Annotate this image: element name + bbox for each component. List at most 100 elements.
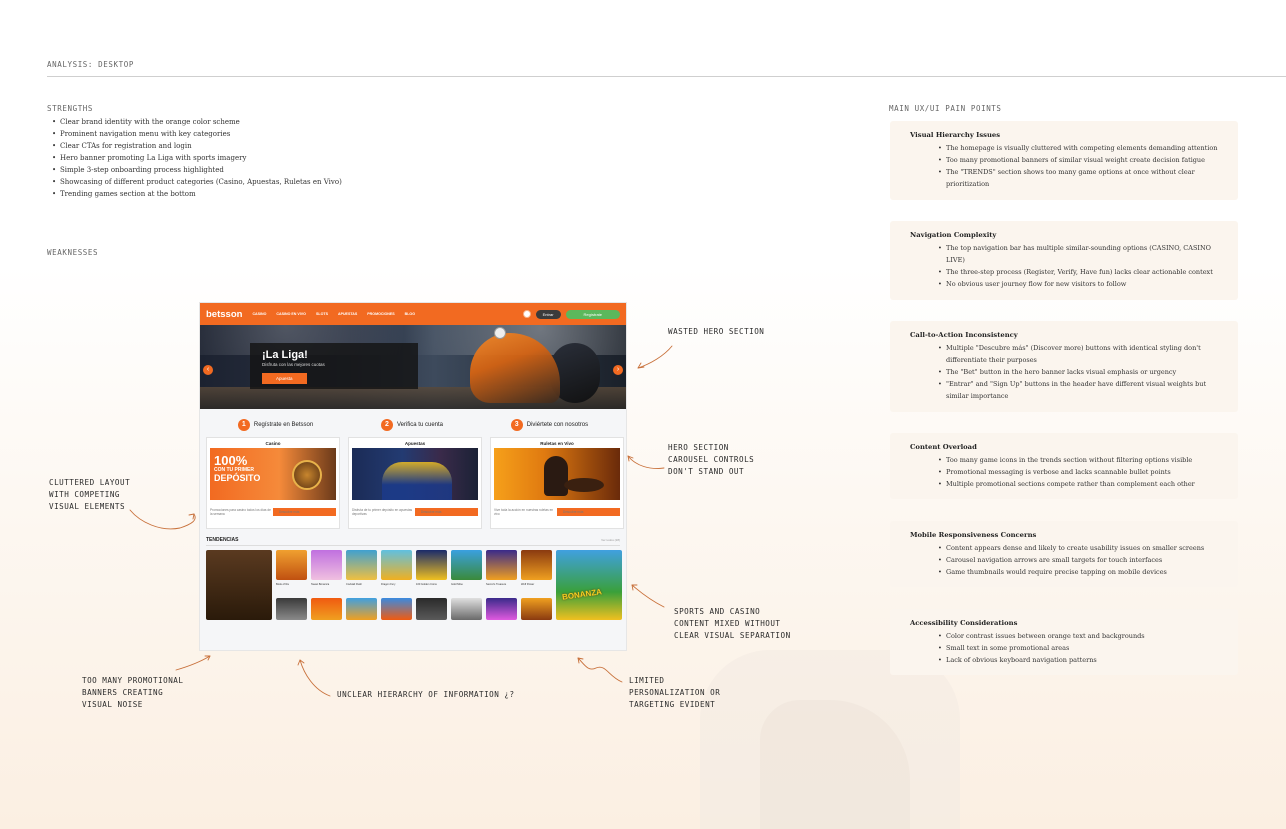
mock-game-tile xyxy=(416,550,447,580)
pain-card-item: The three-step process (Register, Verify… xyxy=(938,266,1218,278)
mock-nav-promociones: PROMOCIONES xyxy=(367,312,395,316)
mock-hero-bet-button: Apuesta xyxy=(262,373,307,384)
mock-trends-link: Ver todos (28) xyxy=(601,538,620,542)
pain-card-title: Accessibility Considerations xyxy=(910,619,1018,627)
betsson-homepage-screenshot: betsson CASINO CASINO EN VIVO SLOTS APUE… xyxy=(200,303,626,650)
mock-game-tile xyxy=(486,550,517,580)
mock-trends-header: TENDENCIAS Ver todos (28) xyxy=(206,537,620,546)
mock-content: 1 Regístrate en Betsson 2 Verifica tu cuen… xyxy=(200,409,626,650)
mock-game-label: 100 Golden Coins xyxy=(416,583,437,586)
pain-card-title: Visual Hierarchy Issues xyxy=(910,131,1001,139)
mock-descubre-button: Descubre más xyxy=(556,508,620,516)
mock-navbar: betsson CASINO CASINO EN VIVO SLOTS APUE… xyxy=(200,303,626,325)
mock-game-label: Wolf Power xyxy=(521,583,535,586)
strength-item: Prominent navigation menu with key categ… xyxy=(52,128,342,140)
mock-register-button: Regístrate xyxy=(565,309,620,319)
arrow-content-mixed xyxy=(631,584,665,608)
pain-card-cta: Call-to-Action Inconsistency Multiple "D… xyxy=(890,321,1238,412)
mock-game-featured xyxy=(206,550,272,620)
mock-game-label: Sweet Bonanza xyxy=(311,583,330,586)
mock-steps: 1 Regístrate en Betsson 2 Verifica tu cuen… xyxy=(204,419,622,431)
pain-card-mobile: Mobile Responsiveness Concerns Content a… xyxy=(890,521,1238,587)
mock-card-text: Promociones para casino todos los días d… xyxy=(210,508,271,516)
mock-game-tile xyxy=(521,598,552,620)
pain-card-accessibility: Accessibility Considerations Color contr… xyxy=(890,609,1238,675)
pain-card-item: Color contrast issues between orange tex… xyxy=(938,630,1218,642)
mock-game-tile xyxy=(521,550,552,580)
arrow-promotional xyxy=(175,655,211,671)
football-icon xyxy=(494,327,506,339)
chevron-left-icon: ‹ xyxy=(203,365,213,375)
pain-card-title: Mobile Responsiveness Concerns xyxy=(910,531,1037,539)
pain-card-item: Too many game icons in the trends sectio… xyxy=(938,454,1218,466)
mock-card-title: Apuestas xyxy=(404,441,426,446)
mock-game-tile xyxy=(486,598,517,620)
pain-card-item: Too many promotional banners of similar … xyxy=(938,154,1218,166)
mock-step-number: 3 xyxy=(510,419,523,431)
mock-trends-title: TENDENCIAS xyxy=(206,537,239,543)
pain-card-item: Promotional messaging is verbose and lac… xyxy=(938,466,1218,478)
mock-game-tile xyxy=(416,598,447,620)
mock-hero-promo: ¡La Liga! Disfruta con las mejores cuota… xyxy=(250,343,418,389)
arrow-personalization xyxy=(577,657,623,683)
annotation-carousel-controls: HERO SECTION CAROUSEL CONTROLS DON'T STA… xyxy=(668,443,755,476)
pain-card-content-overload: Content Overload Too many game icons in … xyxy=(890,433,1238,499)
pain-card-item: Small text in some promotional areas xyxy=(938,642,1218,654)
mock-descubre-button: Descubre más xyxy=(414,508,478,516)
pain-card-item: Carousel navigation arrows are small tar… xyxy=(938,554,1218,566)
pain-card-item: The homepage is visually cluttered with … xyxy=(938,142,1218,154)
mock-step: 2 Verifica tu cuenta xyxy=(380,419,443,431)
mock-nav-apuestas: APUESTAS xyxy=(337,312,358,316)
strength-item: Showcasing of different product categori… xyxy=(52,176,342,188)
mock-game-tile xyxy=(451,550,482,580)
mock-nav-links: CASINO CASINO EN VIVO SLOTS APUESTAS PRO… xyxy=(252,312,415,316)
mock-hero-subtitle: Disfruta con las mejores cuotas xyxy=(262,362,325,367)
weaknesses-label: WEAKNESSES xyxy=(47,248,99,257)
mock-game-tile xyxy=(276,550,307,580)
mock-game-tile xyxy=(381,550,412,580)
annotation-promotional-banners: TOO MANY PROMOTIONAL BANNERS CREATING VI… xyxy=(82,676,184,709)
mock-hero-banner: ¡La Liga! Disfruta con las mejores cuota… xyxy=(200,325,626,409)
header-divider xyxy=(47,76,1286,77)
pain-card-title: Content Overload xyxy=(910,443,977,451)
strength-item: Trending games section at the bottom xyxy=(52,188,342,200)
strength-item: Clear brand identity with the orange col… xyxy=(52,116,342,128)
mock-card-ruletas-image xyxy=(494,448,620,500)
mock-entrar-button: Entrar xyxy=(535,309,561,319)
pain-card-item: Multiple promotional sections compete ra… xyxy=(938,478,1218,490)
pain-card-item: Lack of obvious keyboard navigation patt… xyxy=(938,654,1218,666)
mock-step-number: 2 xyxy=(380,419,393,431)
arrow-hierarchy xyxy=(299,659,331,697)
mock-card-title: Casino xyxy=(265,441,281,446)
strengths-list: Clear brand identity with the orange col… xyxy=(52,116,342,200)
mock-card-ruletas: Ruletas en Vivo Vive toda la acción en n… xyxy=(490,437,624,529)
mock-step-label: Regístrate en Betsson xyxy=(253,422,314,428)
page-title: ANALYSIS: DESKTOP xyxy=(47,60,134,69)
annotation-limited-personalization: LIMITED PERSONALIZATION OR TARGETING EVI… xyxy=(629,676,721,709)
pain-card-item: No obvious user journey flow for new vis… xyxy=(938,278,1218,290)
mock-hero-title: ¡La Liga! xyxy=(262,349,308,361)
pain-card-item: The top navigation bar has multiple simi… xyxy=(938,242,1218,266)
mock-card-casino-image: 100% CON TU PRIMER DEPÓSITO xyxy=(210,448,336,500)
mock-product-cards: Casino 100% CON TU PRIMER DEPÓSITO Promo… xyxy=(204,437,624,529)
strength-item: Clear CTAs for registration and login xyxy=(52,140,342,152)
mock-step: 3 Diviértete con nosotros xyxy=(510,419,588,431)
mock-game-label: Book of Ra xyxy=(276,583,289,586)
pain-card-title: Call-to-Action Inconsistency xyxy=(910,331,1018,339)
mock-nav-casino-live: CASINO EN VIVO xyxy=(276,312,306,316)
mock-card-apuestas: Apuestas Disfruta de tu primer depósito … xyxy=(348,437,482,529)
arrow-wasted-hero xyxy=(637,345,673,369)
pain-card-navigation: Navigation Complexity The top navigation… xyxy=(890,221,1238,300)
mock-nav-blog: BLOG xyxy=(404,312,416,316)
chevron-right-icon: › xyxy=(613,365,623,375)
pain-card-item: "Entrar" and "Sign Up" buttons in the he… xyxy=(938,378,1218,402)
mock-game-tile xyxy=(276,598,307,620)
mock-game-label: Dragon Fury xyxy=(381,583,396,586)
pain-points-label: MAIN UX/UI PAIN POINTS xyxy=(889,104,1002,113)
mock-language-icon xyxy=(522,310,531,318)
mock-game-tile xyxy=(311,598,342,620)
mock-card-casino: Casino 100% CON TU PRIMER DEPÓSITO Promo… xyxy=(206,437,340,529)
mock-game-tile xyxy=(451,598,482,620)
mock-card-text: Disfruta de tu primer depósito en apuest… xyxy=(352,508,413,516)
mock-game-label: Cocktail Rush xyxy=(346,583,363,586)
